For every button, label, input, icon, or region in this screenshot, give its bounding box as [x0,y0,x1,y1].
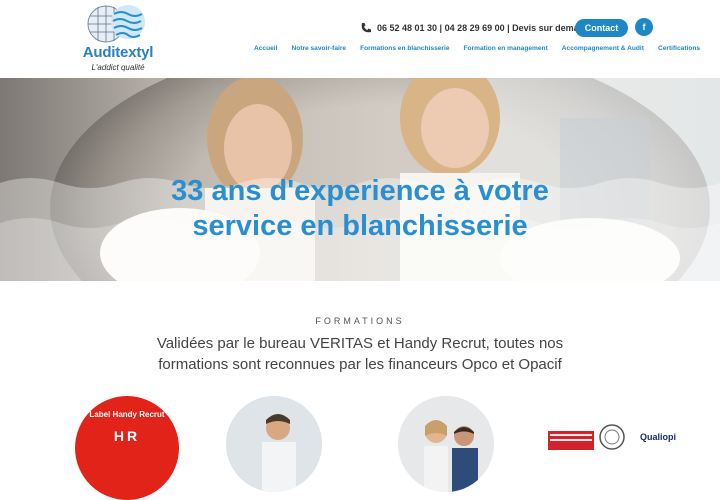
bureau-veritas-certification-logo[interactable] [548,423,638,450]
logo-globe-icon [87,5,145,43]
brand-logo[interactable]: Auditextyl L'addict qualité [78,2,158,74]
nav-item-formations-blanchisserie[interactable]: Formations en blanchisserie [360,45,449,52]
site-header: Auditextyl L'addict qualité 06 52 48 01 … [0,0,720,78]
facebook-icon[interactable]: f [635,18,653,36]
hero-banner: 33 ans d'experience à votre service en b… [0,78,720,281]
handy-recrut-mark: HR [113,428,141,444]
phone-icon [361,23,371,33]
qualiopi-logo[interactable]: Qualiopi [640,432,676,442]
handy-recrut-label: Label Handy Recrut [89,410,165,419]
section-text: Validées par le bureau VERITAS et Handy … [156,335,564,373]
section-label: FORMATIONS [315,316,405,326]
nav-item-accompagnement-audit[interactable]: Accompagnement & Audit [562,45,644,52]
trainee-photo-1 [226,396,322,492]
phone-numbers[interactable]: 06 52 48 01 30 | 04 28 29 69 00 | Devis … [377,23,595,33]
formation-photo-2[interactable] [398,396,494,492]
nav-item-formation-management[interactable]: Formation en management [464,45,548,52]
nav-item-accueil[interactable]: Accueil [254,45,277,52]
formation-photo-1[interactable] [226,396,322,492]
hero-title: 33 ans d'experience à votre service en b… [171,175,549,242]
main-nav: Accueil Notre savoir-faire Formations en… [254,45,700,52]
nav-item-certifications[interactable]: Certifications [658,45,700,52]
brand-tagline: L'addict qualité [91,63,145,72]
handy-recrut-badge[interactable]: Label Handy Recrut HR [75,396,179,500]
nav-item-savoir-faire[interactable]: Notre savoir-faire [291,45,346,52]
brand-name: Auditextyl [82,44,154,61]
trainee-photo-2 [398,396,494,492]
contact-line: 06 52 48 01 30 | 04 28 29 69 00 | Devis … [360,20,595,36]
contact-button[interactable]: Contact [575,19,628,37]
